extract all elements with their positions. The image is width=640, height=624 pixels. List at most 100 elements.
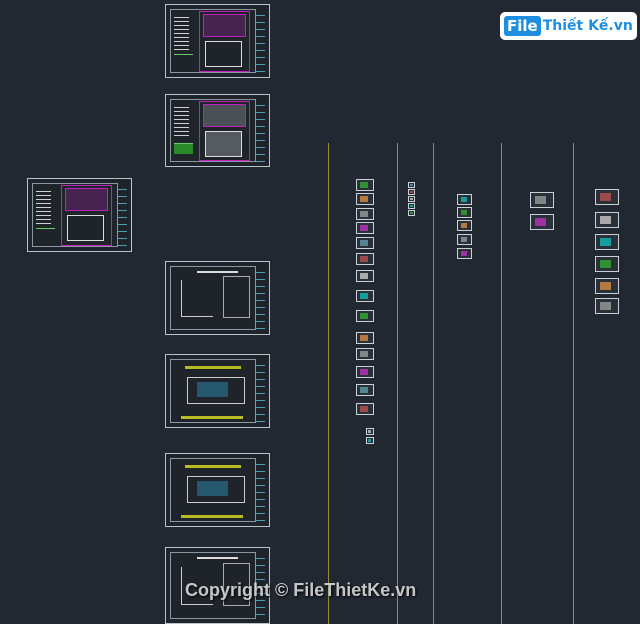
thumbnail-content: [410, 211, 413, 215]
drawing-sheet[interactable]: [165, 354, 270, 428]
thumbnail-content: [360, 335, 369, 341]
thumbnail-content: [600, 238, 612, 246]
drawing-sheet[interactable]: [165, 261, 270, 335]
thumbnail-content: [460, 209, 468, 215]
title-block: [254, 265, 265, 331]
sheet-thumbnail[interactable]: [356, 270, 374, 282]
thumbnail-content: [460, 196, 468, 202]
sheet-thumbnail[interactable]: [408, 210, 415, 216]
sheet-thumbnail[interactable]: [530, 214, 554, 230]
thumbnail-content: [600, 216, 612, 224]
sheet-thumbnail[interactable]: [356, 253, 374, 265]
sheet-thumbnail[interactable]: [356, 332, 374, 344]
sheet-thumbnail[interactable]: [457, 234, 472, 245]
guide-line[interactable]: [397, 143, 398, 624]
yellow-base: [181, 416, 244, 420]
section-line: [196, 270, 239, 273]
sheet-thumbnail[interactable]: [595, 212, 619, 228]
drawing-sheet[interactable]: [165, 4, 270, 78]
thumbnail-content: [460, 250, 468, 256]
section-line: [196, 557, 239, 560]
thumbnail-content: [600, 302, 612, 310]
thumbnail-content: [600, 260, 612, 268]
logo-part-file: File: [504, 16, 541, 36]
sheet-thumbnail[interactable]: [595, 278, 619, 294]
sheet-thumbnail[interactable]: [408, 182, 415, 188]
thumbnail-content: [460, 236, 468, 242]
title-block: [254, 98, 265, 163]
thumbnail-content: [460, 222, 468, 228]
plan-top: [203, 13, 247, 38]
thumbnail-content: [600, 282, 612, 290]
sheet-thumbnail[interactable]: [356, 384, 374, 396]
thumbnail-content: [410, 204, 413, 208]
sheet-thumbnail[interactable]: [366, 437, 374, 444]
yellow-bar: [184, 365, 242, 369]
thumbnail-content: [600, 193, 612, 201]
sheet-thumbnail[interactable]: [356, 310, 374, 322]
sheet-thumbnail[interactable]: [595, 298, 619, 314]
sheet-thumbnail[interactable]: [530, 192, 554, 208]
filethietke-logo: File Thiết Kế.vn: [500, 12, 637, 40]
yellow-bar: [184, 464, 242, 468]
yellow-base: [181, 515, 244, 519]
sheet-thumbnail[interactable]: [457, 207, 472, 218]
sheet-thumbnail[interactable]: [356, 208, 374, 220]
thumbnail-content: [368, 439, 372, 442]
sheet-thumbnail[interactable]: [356, 366, 374, 378]
thumbnail-content: [360, 273, 369, 279]
guide-line[interactable]: [433, 143, 434, 624]
title-block: [116, 182, 127, 248]
plan-room: [67, 215, 105, 242]
plan-top: [65, 187, 109, 212]
copyright-watermark: Copyright © FileThietKe.vn: [185, 580, 417, 600]
sheet-thumbnail[interactable]: [595, 189, 619, 205]
thumbnail-content: [360, 256, 369, 262]
drawing-sheet[interactable]: [165, 453, 270, 527]
thumbnail-content: [410, 190, 413, 194]
sheet-thumbnail[interactable]: [457, 194, 472, 205]
thumbnail-content: [360, 240, 369, 246]
sheet-thumbnail[interactable]: [457, 220, 472, 231]
thumbnail-content: [410, 183, 413, 187]
sheet-thumbnail[interactable]: [408, 196, 415, 202]
thumbnail-content: [535, 218, 547, 226]
thumbnail-content: [535, 196, 547, 204]
legend: [174, 13, 189, 50]
guide-line[interactable]: [501, 143, 502, 624]
detail-b: [222, 276, 251, 318]
legend: [174, 103, 189, 140]
thumbnail-content: [360, 225, 369, 231]
title-block: [254, 358, 265, 424]
sheet-thumbnail[interactable]: [356, 403, 374, 415]
guide-line[interactable]: [328, 143, 329, 624]
plan-room: [205, 130, 243, 157]
sheet-thumbnail[interactable]: [595, 256, 619, 272]
sheet-thumbnail[interactable]: [356, 348, 374, 360]
thumbnail-content: [360, 351, 369, 357]
sheet-thumbnail[interactable]: [595, 234, 619, 250]
legend: [36, 187, 51, 224]
sheet-thumbnail[interactable]: [356, 179, 374, 191]
thumbnail-content: [360, 182, 369, 188]
cad-model-space[interactable]: [0, 0, 640, 624]
sheet-thumbnail[interactable]: [356, 237, 374, 249]
sheet-thumbnail[interactable]: [408, 203, 415, 209]
thumbnail-content: [360, 293, 369, 299]
thumbnail-content: [360, 369, 369, 375]
plan-top: [203, 103, 247, 127]
sheet-thumbnail[interactable]: [408, 189, 415, 195]
sheet-thumbnail[interactable]: [356, 222, 374, 234]
thumbnail-content: [360, 211, 369, 217]
drawing-sheet[interactable]: [165, 94, 270, 167]
logo-part-thietke: Thiết Kế.vn: [542, 18, 633, 34]
sheet-thumbnail[interactable]: [366, 428, 374, 435]
guide-line[interactable]: [573, 143, 574, 624]
thumbnail-content: [360, 406, 369, 412]
drawing-sheet[interactable]: [27, 178, 132, 252]
sheet-thumbnail[interactable]: [356, 193, 374, 205]
sheet-thumbnail[interactable]: [356, 290, 374, 302]
thumbnail-content: [360, 313, 369, 319]
sheet-thumbnail[interactable]: [457, 248, 472, 259]
elevation-fill: [196, 382, 228, 397]
